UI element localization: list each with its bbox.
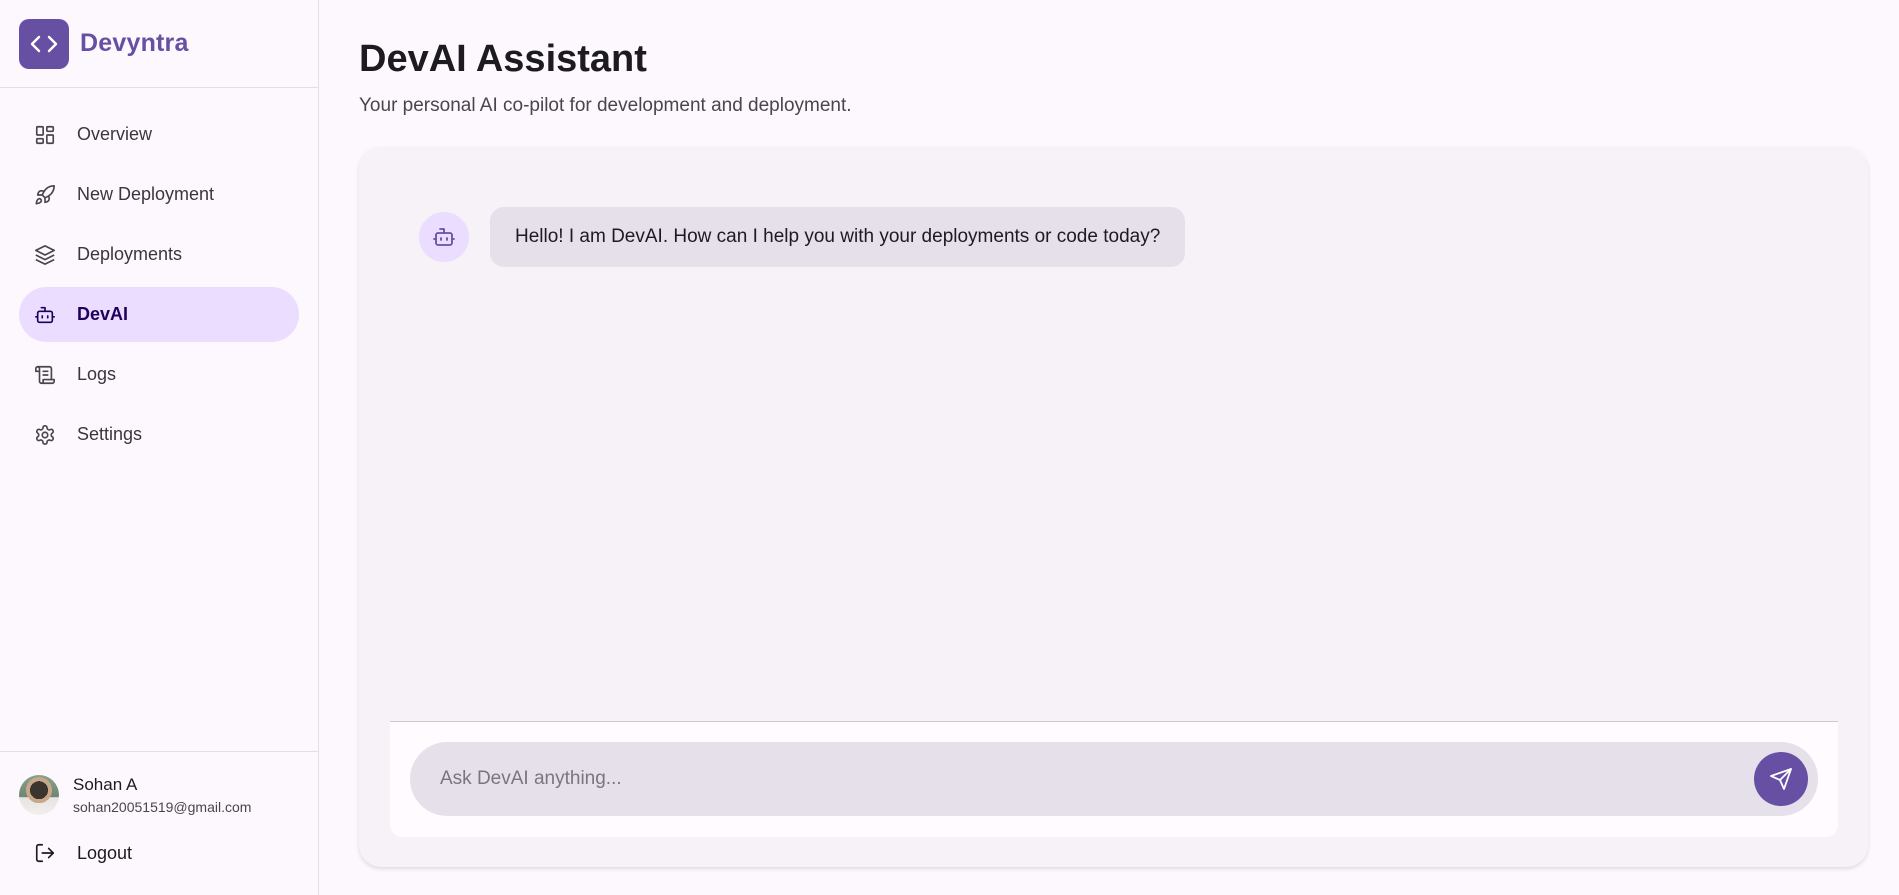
bot-icon xyxy=(433,228,455,246)
rocket-icon xyxy=(33,183,57,207)
brand-name: Devyntra xyxy=(80,29,189,57)
bot-avatar xyxy=(419,212,469,262)
chat-input-container xyxy=(410,742,1818,816)
gear-icon xyxy=(33,423,57,447)
user-email: sohan20051519@gmail.com xyxy=(73,799,252,815)
sidebar-item-label: DevAI xyxy=(77,304,129,324)
page-subtitle: Your personal AI co-pilot for developmen… xyxy=(359,95,852,116)
user-info: Sohan A sohan20051519@gmail.com xyxy=(73,775,251,815)
sidebar-footer: Sohan A sohan20051519@gmail.com Logout xyxy=(0,751,318,895)
sidebar-item-logs[interactable]: Logs xyxy=(19,347,299,402)
main-content: DevAI Assistant Your personal AI co-pilo… xyxy=(319,0,1899,895)
sidebar-item-new-deployment[interactable]: New Deployment xyxy=(19,167,299,222)
layers-icon xyxy=(33,243,57,267)
code-brackets-icon xyxy=(19,18,69,69)
logout-button[interactable]: Logout xyxy=(19,841,299,865)
chat-panel: Hello! I am DevAI. How can I help you wi… xyxy=(359,147,1868,867)
sidebar-item-label: Overview xyxy=(77,124,153,144)
user-profile[interactable]: Sohan A sohan20051519@gmail.com xyxy=(19,775,299,815)
sidebar-nav: Overview New Deployment Deployments DevA… xyxy=(0,88,318,467)
sidebar-item-label: Deployments xyxy=(77,244,183,264)
chat-composer xyxy=(390,721,1838,837)
sidebar-item-settings[interactable]: Settings xyxy=(19,407,299,462)
brand[interactable]: Devyntra xyxy=(0,0,318,88)
avatar xyxy=(19,775,59,815)
send-icon xyxy=(1770,768,1792,790)
sidebar-item-label: Logs xyxy=(77,364,117,384)
user-name: Sohan A xyxy=(73,775,138,794)
sidebar-item-deployments[interactable]: Deployments xyxy=(19,227,299,282)
app-root: Devyntra Overview New Deployment Deploym… xyxy=(0,0,1899,895)
chat-message-bot: Hello! I am DevAI. How can I help you wi… xyxy=(419,207,1186,267)
bot-icon xyxy=(33,303,57,327)
dashboard-grid-icon xyxy=(33,123,57,147)
page-title: DevAI Assistant xyxy=(359,38,647,80)
logout-icon xyxy=(33,841,57,865)
sidebar-item-overview[interactable]: Overview xyxy=(19,107,299,162)
send-button[interactable] xyxy=(1754,752,1808,806)
chat-bubble: Hello! I am DevAI. How can I help you wi… xyxy=(490,207,1186,267)
chat-input[interactable] xyxy=(440,768,1720,790)
sidebar-item-devai[interactable]: DevAI xyxy=(19,287,299,342)
scroll-icon xyxy=(33,363,57,387)
sidebar-item-label: Settings xyxy=(77,424,143,444)
logout-label: Logout xyxy=(77,842,133,863)
sidebar: Devyntra Overview New Deployment Deploym… xyxy=(0,0,319,895)
sidebar-item-label: New Deployment xyxy=(77,184,215,204)
